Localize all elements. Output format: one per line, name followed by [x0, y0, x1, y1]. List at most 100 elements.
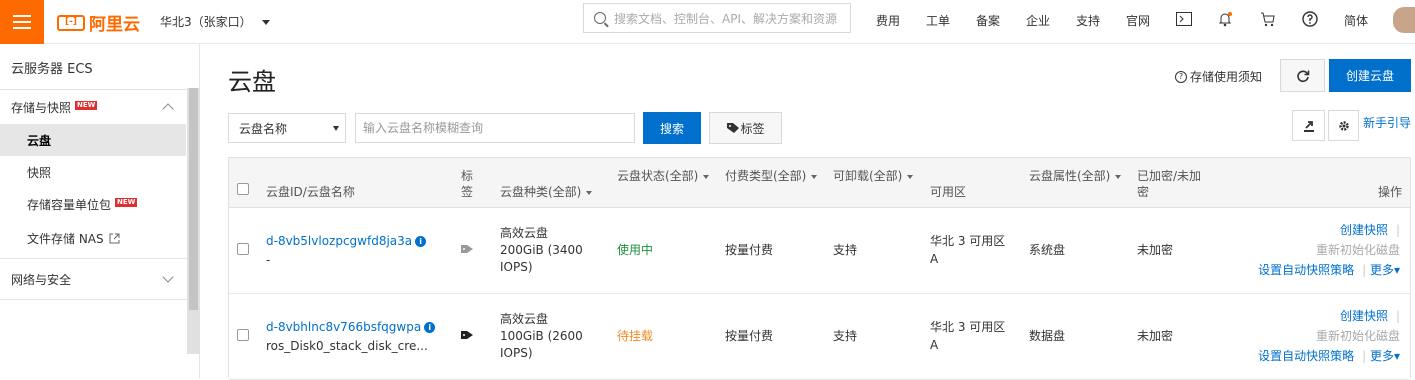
auto-snapshot-policy-link[interactable]: 设置自动快照策略	[1258, 349, 1354, 363]
header-disk-attr[interactable]: 云盘属性(全部)	[1029, 167, 1122, 185]
disk-table: 云盘ID/云盘名称 标 签 云盘种类(全部) 云盘状态(全部) 付费类型(全部)…	[228, 157, 1411, 380]
storage-notice-link[interactable]: ? 存储使用须知	[1175, 68, 1262, 85]
header-tag-2: 签	[461, 185, 474, 199]
caret-down-icon	[586, 190, 593, 195]
header-detachable-label: 可卸载(全部)	[833, 169, 903, 183]
region-label: 华北3（张家口）	[160, 15, 252, 29]
header-disk-type[interactable]: 云盘种类(全部)	[500, 183, 593, 201]
help-icon[interactable]	[1301, 10, 1319, 28]
aliyun-logo[interactable]: [-] 阿里云	[57, 10, 140, 35]
create-snapshot-link[interactable]: 创建快照	[1340, 223, 1388, 237]
row-checkbox[interactable]	[237, 243, 249, 255]
info-icon[interactable]: i	[424, 322, 436, 333]
more-actions-label: 更多	[1369, 263, 1394, 277]
disk-type-line2: 200GiB (3400	[500, 243, 583, 257]
sidebar-item-label: 存储容量单位包	[27, 197, 112, 212]
caret-down-icon	[703, 174, 710, 179]
language-switch[interactable]: 简体	[1344, 12, 1368, 29]
export-button[interactable]	[1292, 110, 1325, 141]
new-badge: NEW	[75, 100, 98, 110]
auto-snapshot-policy-link[interactable]: 设置自动快照策略	[1258, 263, 1354, 277]
create-snapshot-link[interactable]: 创建快照	[1340, 309, 1388, 323]
top-bar: [-] 阿里云 华北3（张家口） 搜索文档、控制台、API、解决方案和资源 费用…	[0, 0, 1415, 44]
caret-down-icon	[333, 126, 339, 131]
disk-type-line1: 高效云盘	[500, 226, 549, 240]
caret-down-icon	[811, 174, 818, 179]
header-disk-attr-label: 云盘属性(全部)	[1029, 169, 1111, 183]
sidebar-title: 云服务器 ECS	[11, 62, 93, 77]
disk-id: d-8vb5lvlozpcgwfd8ja3a	[266, 234, 413, 248]
create-disk-button[interactable]: 创建云盘	[1329, 59, 1411, 92]
header-id-name: 云盘ID/云盘名称	[266, 185, 355, 199]
reinit-disk-link[interactable]: 重新初始化磁盘	[1316, 329, 1400, 343]
header-disk-status-label: 云盘状态(全部)	[617, 169, 699, 183]
info-icon[interactable]: i	[415, 236, 427, 247]
tag-filter-label: 标签	[740, 121, 765, 136]
sidebar-group-network[interactable]: 网络与安全	[0, 262, 186, 296]
sidebar-item-label: 文件存储 NAS	[27, 231, 104, 246]
header-pay-type[interactable]: 付费类型(全部)	[725, 167, 818, 185]
tag-filter-button[interactable]: 标签	[709, 112, 782, 144]
sidebar-item-disks[interactable]: 云盘	[0, 124, 186, 156]
search-icon	[594, 12, 606, 24]
terminal-icon[interactable]	[1175, 10, 1193, 28]
new-badge: NEW	[115, 197, 138, 207]
refresh-button[interactable]	[1280, 59, 1325, 92]
external-link-icon	[109, 233, 120, 243]
sidebar-item-storage-capacity[interactable]: 存储容量单位包 NEW	[0, 188, 186, 220]
search-button[interactable]: 搜索	[643, 112, 701, 144]
beginner-guide-link[interactable]: 新手引导	[1363, 114, 1411, 131]
disk-id-link[interactable]: d-8vbhlnc8v766bsfqgwpa i	[266, 319, 436, 336]
tag-icon[interactable]	[460, 244, 474, 254]
storage-notice-label: 存储使用须知	[1190, 70, 1263, 84]
header-pay-type-label: 付费类型(全部)	[725, 169, 807, 183]
sidebar-item-snapshots[interactable]: 快照	[0, 156, 186, 188]
filter-field-value: 云盘名称	[239, 121, 288, 136]
disk-name: ros_Disk0_stack_disk_cre...	[266, 339, 428, 353]
sidebar-item-nas[interactable]: 文件存储 NAS	[0, 222, 186, 254]
nav-official-site[interactable]: 官网	[1126, 12, 1150, 29]
reinit-disk-link[interactable]: 重新初始化磁盘	[1316, 243, 1400, 257]
zone-line1: 华北 3 可用区	[930, 320, 1006, 334]
sidebar-item-label: 快照	[27, 165, 52, 180]
bell-icon[interactable]	[1216, 10, 1234, 28]
status-badge: 待挂载	[617, 329, 654, 343]
chevron-up-icon	[162, 103, 174, 115]
disk-id-link[interactable]: d-8vb5lvlozpcgwfd8ja3a i	[266, 233, 427, 250]
header-detachable[interactable]: 可卸载(全部)	[833, 167, 914, 185]
region-selector[interactable]: 华北3（张家口）	[160, 13, 270, 30]
sidebar-divider	[0, 299, 200, 300]
nav-fees[interactable]: 费用	[876, 12, 900, 29]
sidebar-scrollbar[interactable]	[187, 88, 200, 354]
disk-type-line3: IOPS)	[500, 260, 533, 274]
global-search-input[interactable]: 搜索文档、控制台、API、解决方案和资源	[583, 3, 851, 33]
zone-line2: A	[930, 252, 939, 266]
disk-type-line3: IOPS)	[500, 346, 533, 360]
disk-attr: 数据盘	[1029, 329, 1066, 343]
row-checkbox[interactable]	[237, 329, 249, 341]
tag-icon[interactable]	[460, 330, 474, 340]
nav-icp[interactable]: 备案	[976, 12, 1000, 29]
export-icon	[1303, 120, 1314, 132]
nav-support[interactable]: 支持	[1076, 12, 1100, 29]
nav-enterprise[interactable]: 企业	[1026, 12, 1050, 29]
more-actions-link[interactable]: 更多▾	[1370, 349, 1400, 363]
chevron-down-icon	[162, 271, 174, 283]
sidebar-group-storage[interactable]: 存储与快照 NEW	[0, 90, 186, 124]
cart-icon[interactable]	[1259, 10, 1277, 28]
question-icon: ?	[1175, 70, 1187, 83]
row-actions: 创建快照 | 重新初始化磁盘 设置自动快照策略 | 更多▾	[1258, 309, 1400, 363]
disk-attr: 系统盘	[1029, 243, 1066, 257]
avatar[interactable]	[1393, 7, 1415, 33]
pay-type: 按量付费	[725, 243, 774, 257]
header-disk-status[interactable]: 云盘状态(全部)	[617, 167, 710, 185]
caret-down-icon	[1115, 174, 1122, 179]
more-actions-label: 更多	[1369, 349, 1394, 363]
more-actions-link[interactable]: 更多▾	[1370, 263, 1400, 277]
menu-icon[interactable]	[0, 0, 44, 44]
disk-name-search-input[interactable]	[355, 113, 635, 143]
settings-button[interactable]	[1328, 110, 1359, 141]
nav-tickets[interactable]: 工单	[926, 12, 950, 29]
filter-field-select[interactable]: 云盘名称	[228, 113, 346, 143]
select-all-checkbox[interactable]	[237, 183, 249, 195]
